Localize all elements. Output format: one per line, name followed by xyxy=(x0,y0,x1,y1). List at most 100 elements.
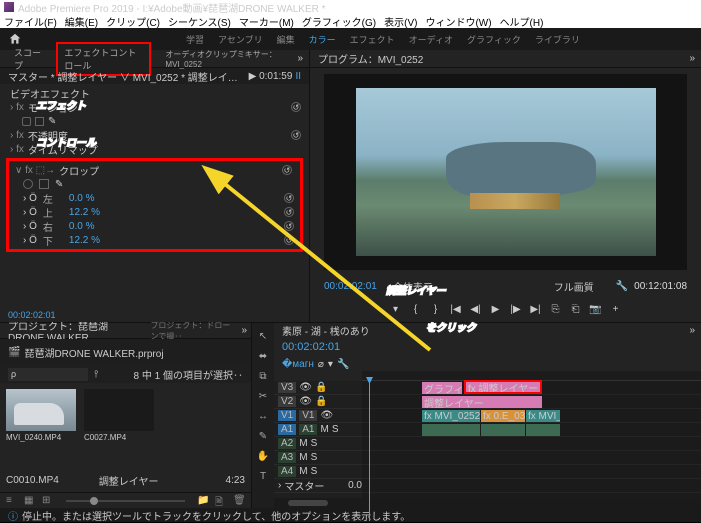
program-tc-in[interactable]: 00:02:02:01 xyxy=(324,281,377,292)
marker-icon[interactable]: ▾ xyxy=(328,359,333,370)
track-area[interactable]: グラフィック fx 調整レイヤー 調整レイヤー fx MVI_0252.MP4 … xyxy=(362,381,701,498)
extract-icon[interactable]: ⎗ xyxy=(569,302,583,316)
crop-left[interactable]: › Ö左0.0 %↺ xyxy=(9,191,300,205)
menu-help[interactable]: ヘルプ(H) xyxy=(500,14,544,29)
ellipse-mask-icon[interactable] xyxy=(23,179,33,189)
crop-top[interactable]: › Ö上12.2 %↺ xyxy=(9,205,300,219)
reset-icon[interactable]: ↺ xyxy=(291,102,301,112)
project-bins[interactable]: MVI_0240.MP4 C0027.MP4 xyxy=(0,383,251,469)
reset-icon[interactable]: ↺ xyxy=(284,221,294,231)
clip-audio[interactable] xyxy=(422,424,480,436)
track-header-v1[interactable]: V1V1👁 xyxy=(274,409,362,423)
menu-view[interactable]: 表示(V) xyxy=(384,14,417,29)
reset-icon[interactable]: ↺ xyxy=(291,130,301,140)
ws-effects[interactable]: エフェクト xyxy=(350,33,395,46)
mark-out-icon[interactable]: } xyxy=(429,302,443,316)
ec-timecode[interactable]: 00:02:02:01 xyxy=(8,310,56,320)
reset-icon[interactable]: ↺ xyxy=(284,207,294,217)
clip-video[interactable]: fx 0.E_0388.MP xyxy=(481,410,525,422)
clip-audio[interactable] xyxy=(481,424,525,436)
panel-menu-icon[interactable]: » xyxy=(689,325,695,336)
new-bin-icon[interactable]: 📁 xyxy=(197,495,209,507)
mark-in-icon[interactable]: { xyxy=(409,302,423,316)
menu-edit[interactable]: 編集(E) xyxy=(65,14,98,29)
lift-icon[interactable]: ⎘ xyxy=(549,302,563,316)
clip-video[interactable]: fx MVI_0252.MP4 [V] xyxy=(422,410,480,422)
linked-selection-icon[interactable]: ⌀ xyxy=(318,359,324,370)
clip-graphic[interactable]: グラフィック xyxy=(422,382,462,394)
new-item-icon[interactable]: 🗎 xyxy=(215,495,227,507)
crop-bottom[interactable]: › Ö下12.2 %↺ xyxy=(9,233,300,247)
track-select-tool-icon[interactable]: ⬌ xyxy=(256,349,270,363)
panel-menu-icon[interactable]: » xyxy=(241,325,247,336)
ec-crop[interactable]: ∨ fx ⬚→クロップ↺ xyxy=(9,163,300,177)
settings-icon[interactable]: 🔧 xyxy=(337,359,349,370)
ec-timeremap[interactable]: › fxタイムリマップ xyxy=(0,142,309,156)
clip-video[interactable]: fx MVI_0253.MP xyxy=(526,410,560,422)
list-view-icon[interactable]: ≡ xyxy=(6,495,18,507)
timeline-scrollbar[interactable] xyxy=(274,498,701,508)
menu-graphic[interactable]: グラフィック(G) xyxy=(302,14,376,29)
track-header-v2[interactable]: V2👁🔒 xyxy=(274,395,362,409)
track-header-a4[interactable]: A4MS xyxy=(274,465,362,479)
bin-item[interactable]: C0027.MP4 xyxy=(84,389,154,442)
marker-add-icon[interactable]: ▾ xyxy=(389,302,403,316)
ws-color[interactable]: カラー xyxy=(309,33,336,46)
reset-icon[interactable]: ↺ xyxy=(282,165,292,175)
reset-icon[interactable]: ↺ xyxy=(284,193,294,203)
button-editor-icon[interactable]: + xyxy=(609,302,623,316)
ws-audio[interactable]: オーディオ xyxy=(409,33,453,46)
razor-tool-icon[interactable]: ✂ xyxy=(256,389,270,403)
pen-tool-icon[interactable]: ✎ xyxy=(256,429,270,443)
sequence-tab[interactable]: 素原 - 湖 - 桟のあり xyxy=(282,323,370,338)
trash-icon[interactable]: 🗑 xyxy=(233,495,245,507)
menu-sequence[interactable]: シーケンス(S) xyxy=(168,14,231,29)
track-header-v3[interactable]: V3👁🔒 xyxy=(274,381,362,395)
slip-tool-icon[interactable]: ↔ xyxy=(256,409,270,423)
filter-icon[interactable]: ⫯ xyxy=(94,369,98,380)
track-header-a2[interactable]: A2MS xyxy=(274,437,362,451)
menu-window[interactable]: ウィンドウ(W) xyxy=(425,14,491,29)
go-out-icon[interactable]: ▶| xyxy=(529,302,543,316)
ec-motion-masks[interactable]: ✎ xyxy=(0,114,309,128)
menu-file[interactable]: ファイル(F) xyxy=(4,14,57,29)
ellipse-mask-icon[interactable] xyxy=(22,117,31,126)
tab-audio-clip-mixer[interactable]: オーディオクリップミキサー：MVI_0252 xyxy=(159,47,289,71)
track-header-a1[interactable]: A1A1MS xyxy=(274,423,362,437)
clip-adjustment-layer-2[interactable]: 調整レイヤー xyxy=(422,396,542,408)
crop-right[interactable]: › Ö右0.0 %↺ xyxy=(9,219,300,233)
play-icon[interactable]: ▶ xyxy=(489,302,503,316)
ripple-tool-icon[interactable]: ⧉ xyxy=(256,369,270,383)
rect-mask-icon[interactable] xyxy=(35,117,44,126)
pen-mask-icon[interactable]: ✎ xyxy=(48,116,56,127)
ws-assembly[interactable]: アセンブリ xyxy=(218,33,263,46)
clip-adjustment-layer[interactable]: fx 調整レイヤー xyxy=(464,380,542,394)
icon-view-icon[interactable]: ▦ xyxy=(24,495,36,507)
program-tab[interactable]: プログラム：MVI_0252» xyxy=(310,50,701,68)
bin-item[interactable]: MVI_0240.MP4 xyxy=(6,389,76,442)
freeform-view-icon[interactable]: ⊞ xyxy=(42,495,54,507)
bin-item-name[interactable]: 調整レイヤー xyxy=(99,473,159,488)
type-tool-icon[interactable]: T xyxy=(256,469,270,483)
quality-dropdown[interactable]: フル画質 xyxy=(554,279,594,294)
step-back-icon[interactable]: ◀| xyxy=(469,302,483,316)
timeline-tc[interactable]: 00:02:02:01 xyxy=(282,341,340,353)
ws-library[interactable]: ライブラリ xyxy=(535,33,580,46)
track-header-a3[interactable]: A3MS xyxy=(274,451,362,465)
snap-icon[interactable]: �магн xyxy=(282,359,314,370)
playhead[interactable] xyxy=(369,381,370,521)
go-in-icon[interactable]: |◀ xyxy=(449,302,463,316)
step-fwd-icon[interactable]: |▶ xyxy=(509,302,523,316)
menu-marker[interactable]: マーカー(M) xyxy=(239,14,294,29)
fit-dropdown[interactable]: 全体表示 xyxy=(393,279,433,294)
bin-item-name[interactable]: C0010.MP4 xyxy=(6,475,59,486)
project-search-input[interactable] xyxy=(8,368,88,381)
wrench-icon[interactable]: 🔧 xyxy=(616,281,628,292)
video-preview[interactable] xyxy=(324,74,687,270)
ec-opacity[interactable]: › fx不透明度↺ xyxy=(0,128,309,142)
clip-audio[interactable] xyxy=(526,424,560,436)
menu-bar[interactable]: ファイル(F) 編集(E) クリップ(C) シーケンス(S) マーカー(M) グ… xyxy=(0,14,701,28)
ws-graphics[interactable]: グラフィック xyxy=(467,33,521,46)
export-frame-icon[interactable]: 📷 xyxy=(589,302,603,316)
rect-mask-icon[interactable] xyxy=(39,179,49,189)
